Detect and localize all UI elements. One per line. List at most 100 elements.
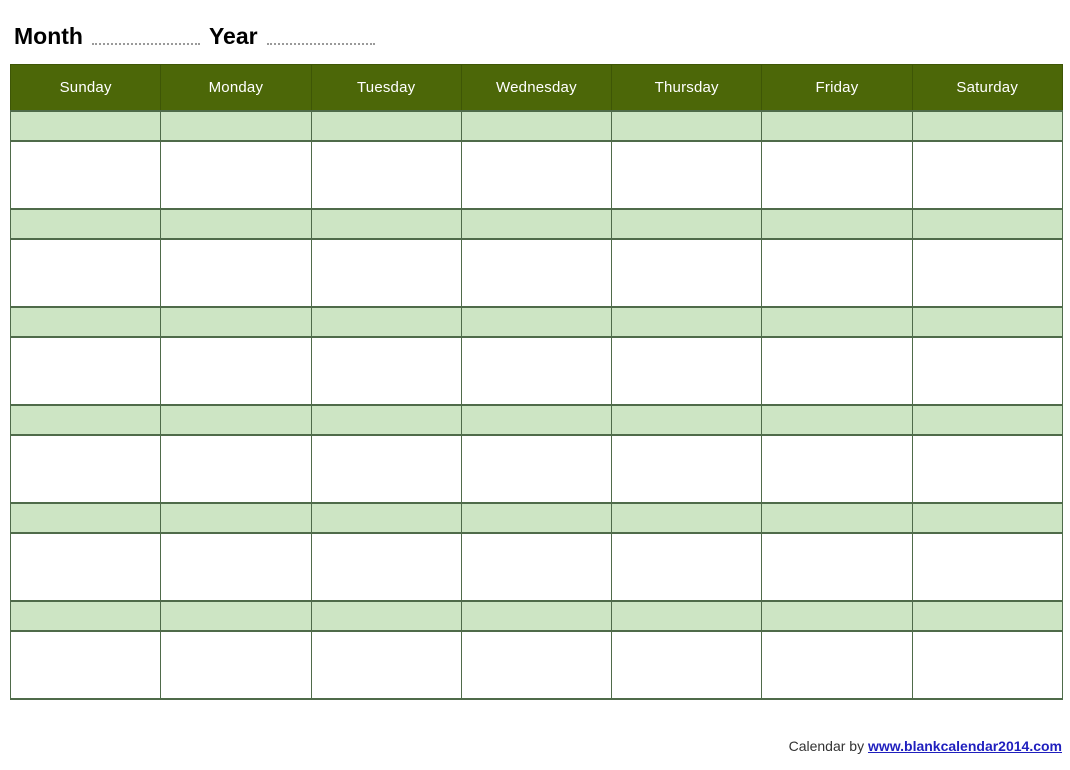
notes-cell[interactable] bbox=[9, 238, 162, 307]
date-cell[interactable] bbox=[310, 403, 462, 436]
notes-cell[interactable] bbox=[460, 336, 613, 405]
date-cell[interactable] bbox=[160, 207, 312, 240]
notes-cell[interactable] bbox=[911, 532, 1063, 601]
date-cell[interactable] bbox=[761, 305, 913, 338]
date-cell[interactable] bbox=[160, 305, 312, 338]
date-cell[interactable] bbox=[911, 109, 1063, 142]
week-6-notes-row bbox=[9, 630, 1063, 700]
notes-cell[interactable] bbox=[9, 140, 162, 209]
notes-text bbox=[762, 436, 911, 502]
calendar-grid: Sunday Monday Tuesday Wednesday Thursday… bbox=[9, 64, 1063, 700]
date-cell[interactable] bbox=[9, 109, 162, 142]
day-header-saturday: Saturday bbox=[911, 64, 1063, 111]
notes-cell[interactable] bbox=[9, 630, 162, 700]
date-cell[interactable] bbox=[611, 109, 763, 142]
date-cell[interactable] bbox=[460, 305, 613, 338]
notes-cell[interactable] bbox=[160, 140, 312, 209]
date-cell[interactable] bbox=[310, 207, 462, 240]
credit-label: Calendar by bbox=[788, 738, 865, 754]
notes-cell[interactable] bbox=[761, 140, 913, 209]
notes-cell[interactable] bbox=[310, 238, 462, 307]
notes-cell[interactable] bbox=[761, 630, 913, 700]
notes-cell[interactable] bbox=[911, 630, 1063, 700]
notes-cell[interactable] bbox=[611, 532, 763, 601]
footer-credit: Calendar by www.blankcalendar2014.com bbox=[789, 738, 1062, 754]
notes-cell[interactable] bbox=[761, 434, 913, 503]
notes-cell[interactable] bbox=[460, 532, 613, 601]
date-cell[interactable] bbox=[761, 403, 913, 436]
date-cell[interactable] bbox=[460, 109, 613, 142]
date-cell[interactable] bbox=[460, 599, 613, 632]
notes-cell[interactable] bbox=[460, 630, 613, 700]
year-input[interactable] bbox=[266, 26, 375, 45]
notes-cell[interactable] bbox=[460, 140, 613, 209]
date-cell[interactable] bbox=[9, 207, 162, 240]
notes-cell[interactable] bbox=[160, 238, 312, 307]
notes-cell[interactable] bbox=[310, 336, 462, 405]
date-cell[interactable] bbox=[310, 109, 462, 142]
notes-cell[interactable] bbox=[310, 434, 462, 503]
date-cell[interactable] bbox=[310, 599, 462, 632]
notes-cell[interactable] bbox=[761, 336, 913, 405]
date-cell[interactable] bbox=[9, 403, 162, 436]
notes-text bbox=[312, 240, 461, 306]
date-cell[interactable] bbox=[761, 109, 913, 142]
notes-cell[interactable] bbox=[761, 532, 913, 601]
notes-cell[interactable] bbox=[9, 532, 162, 601]
date-cell[interactable] bbox=[911, 207, 1063, 240]
notes-cell[interactable] bbox=[9, 336, 162, 405]
date-cell[interactable] bbox=[9, 501, 162, 534]
notes-cell[interactable] bbox=[460, 434, 613, 503]
notes-cell[interactable] bbox=[160, 630, 312, 700]
notes-cell[interactable] bbox=[911, 434, 1063, 503]
notes-cell[interactable] bbox=[611, 238, 763, 307]
notes-cell[interactable] bbox=[611, 630, 763, 700]
date-cell[interactable] bbox=[460, 207, 613, 240]
date-cell[interactable] bbox=[160, 403, 312, 436]
notes-cell[interactable] bbox=[611, 336, 763, 405]
date-cell[interactable] bbox=[761, 207, 913, 240]
date-cell[interactable] bbox=[611, 599, 763, 632]
notes-cell[interactable] bbox=[611, 434, 763, 503]
date-cell[interactable] bbox=[611, 305, 763, 338]
date-cell[interactable] bbox=[310, 305, 462, 338]
date-cell[interactable] bbox=[611, 501, 763, 534]
date-cell[interactable] bbox=[460, 501, 613, 534]
date-cell[interactable] bbox=[9, 305, 162, 338]
date-cell[interactable] bbox=[911, 403, 1063, 436]
date-cell[interactable] bbox=[160, 599, 312, 632]
notes-text bbox=[11, 142, 160, 208]
notes-cell[interactable] bbox=[160, 532, 312, 601]
notes-cell[interactable] bbox=[9, 434, 162, 503]
month-input[interactable] bbox=[91, 26, 200, 45]
notes-cell[interactable] bbox=[310, 630, 462, 700]
notes-cell[interactable] bbox=[460, 238, 613, 307]
notes-cell[interactable] bbox=[911, 238, 1063, 307]
notes-cell[interactable] bbox=[160, 434, 312, 503]
notes-text bbox=[11, 240, 160, 306]
date-number bbox=[462, 602, 611, 630]
notes-cell[interactable] bbox=[611, 140, 763, 209]
date-cell[interactable] bbox=[160, 501, 312, 534]
notes-text bbox=[913, 632, 1062, 698]
date-cell[interactable] bbox=[761, 501, 913, 534]
date-cell[interactable] bbox=[911, 305, 1063, 338]
date-cell[interactable] bbox=[310, 501, 462, 534]
date-cell[interactable] bbox=[460, 403, 613, 436]
date-number bbox=[612, 210, 761, 238]
credit-link[interactable]: www.blankcalendar2014.com bbox=[868, 738, 1062, 754]
notes-cell[interactable] bbox=[310, 532, 462, 601]
notes-cell[interactable] bbox=[911, 140, 1063, 209]
notes-cell[interactable] bbox=[911, 336, 1063, 405]
date-cell[interactable] bbox=[611, 207, 763, 240]
notes-cell[interactable] bbox=[160, 336, 312, 405]
date-number bbox=[913, 308, 1062, 336]
notes-cell[interactable] bbox=[310, 140, 462, 209]
date-cell[interactable] bbox=[611, 403, 763, 436]
date-cell[interactable] bbox=[160, 109, 312, 142]
date-cell[interactable] bbox=[911, 599, 1063, 632]
date-cell[interactable] bbox=[761, 599, 913, 632]
date-cell[interactable] bbox=[9, 599, 162, 632]
notes-cell[interactable] bbox=[761, 238, 913, 307]
date-cell[interactable] bbox=[911, 501, 1063, 534]
